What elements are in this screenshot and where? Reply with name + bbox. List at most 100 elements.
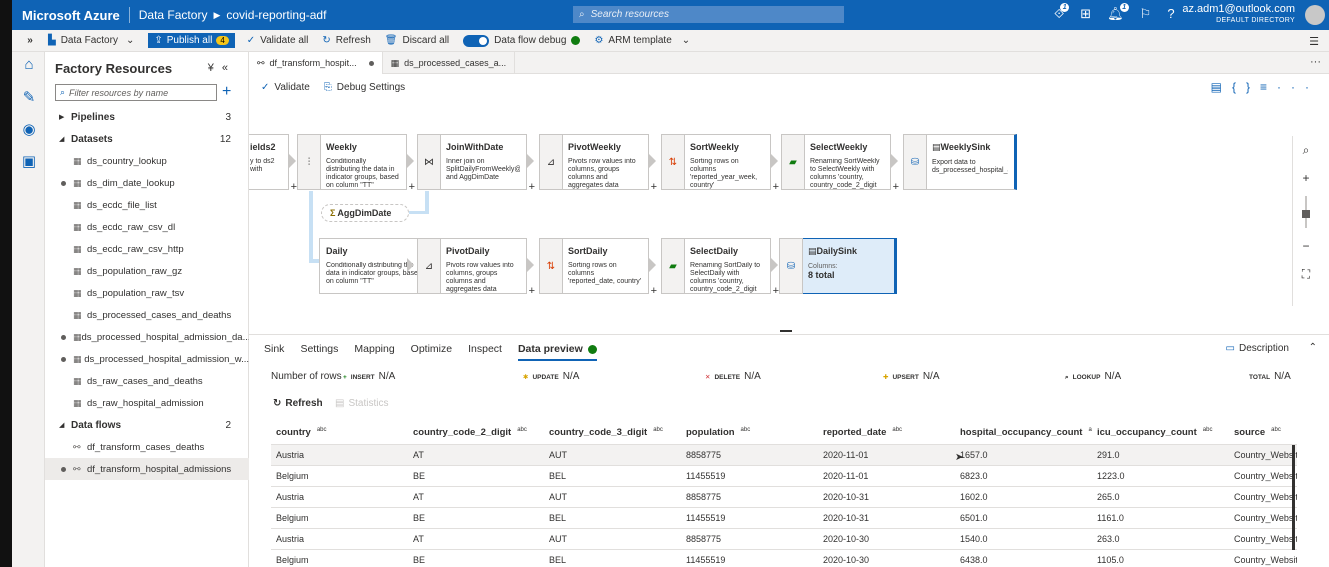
description-button[interactable]: ▭ Description (1226, 343, 1289, 354)
scrollbar[interactable] (1292, 445, 1295, 550)
column-header[interactable]: country_code_2_digit abc (408, 421, 544, 445)
tab-sink[interactable]: Sink (264, 343, 284, 361)
tab-dataflow[interactable]: ⚯ df_transform_hospit... (249, 52, 383, 74)
node-daily-sink[interactable]: ⛁ ▤DailySink Columns: 8 total (779, 238, 897, 294)
more-icon[interactable]: ··· (1277, 80, 1319, 94)
tree-item[interactable]: ⚯ df_transform_hospital_admissions (45, 458, 249, 480)
home-icon[interactable]: ⌂ (20, 56, 38, 74)
filter-resources-input[interactable]: ⌕ Filter resources by name (55, 84, 217, 101)
zoom-slider[interactable] (1293, 192, 1319, 232)
tree-section-datasets[interactable]: ◢ Datasets 12 (45, 128, 249, 150)
add-transform-icon[interactable]: + (773, 181, 779, 193)
search-input[interactable]: ⌕ Search resources (573, 6, 844, 23)
directory-icon[interactable]: ⊞ (1080, 6, 1091, 22)
data-flow-debug-toggle[interactable]: Data flow debug (463, 34, 581, 47)
script-icon[interactable]: ▤ (1211, 80, 1232, 94)
parameters-icon[interactable]: ≡ (1260, 80, 1277, 94)
breadcrumb-factory[interactable]: covid-reporting-adf (226, 8, 326, 22)
discard-all-button[interactable]: 🗑︎ Discard all (385, 35, 449, 46)
add-transform-icon[interactable]: + (893, 181, 899, 193)
tree-item[interactable]: ▦ ds_population_raw_tsv (45, 282, 249, 304)
node-join-with-date[interactable]: ⋈ JoinWithDate Inner join on SplitDailyFr… (417, 134, 535, 193)
account-info[interactable]: az.adm1@outlook.com DEFAULT DIRECTORY (1182, 4, 1295, 26)
fit-to-screen-icon[interactable]: ⛶ (1293, 260, 1319, 288)
node-select-weekly[interactable]: ▰ SelectWeekly Renaming SortWeekly to Sel… (781, 134, 899, 193)
node-sort-daily[interactable]: ⇅ SortDaily Sorting rows on columns 'repo… (539, 238, 657, 297)
table-row[interactable]: Belgium BE BEL 11455519 2020-10-31 6501.0 1161… (271, 507, 1297, 529)
tree-item[interactable]: ▦ ds_processed_cases_and_deaths (45, 304, 249, 326)
statistics-button[interactable]: ▤ Statistics (335, 398, 388, 409)
publish-all-button[interactable]: ⇪ Publish all 4 (148, 33, 235, 48)
add-transform-icon[interactable]: + (529, 181, 535, 193)
panel-splitter[interactable] (780, 330, 792, 332)
debug-settings-button[interactable]: ⎘ Debug Settings (324, 82, 405, 93)
tree-item[interactable]: ▦ ds_dim_date_lookup (45, 172, 249, 194)
breadcrumb-service[interactable]: Data Factory (139, 8, 208, 22)
author-pencil-icon[interactable]: ✎ (20, 88, 38, 106)
tree-item[interactable]: ▦ ds_raw_hospital_admission (45, 392, 249, 414)
tab-mapping[interactable]: Mapping (354, 343, 394, 361)
tree-item[interactable]: ▦ ds_ecdc_raw_csv_http (45, 238, 249, 260)
bell-icon[interactable]: 🔔︎ 1 (1107, 3, 1129, 22)
tree-item[interactable]: ▦ ds_ecdc_file_list (45, 194, 249, 216)
tab-data-preview[interactable]: Data preview (517, 343, 597, 361)
help-icon[interactable]: ? (1167, 6, 1174, 22)
column-header[interactable]: country abc (271, 421, 408, 445)
more-icon[interactable]: ··· (1310, 56, 1321, 68)
tree-section-dataflows[interactable]: ◢ Data flows 2 (45, 414, 249, 436)
tab-dataset[interactable]: ▦ ds_processed_cases_a... (383, 52, 516, 74)
zoom-out-icon[interactable]: − (1293, 232, 1319, 260)
avatar[interactable] (1305, 5, 1325, 25)
collapse-panel-icon[interactable]: ⌃ (1309, 342, 1317, 353)
node-select-daily[interactable]: ▰ SelectDaily Renaming SortDaily to Selec… (661, 238, 779, 297)
data-factory-menu[interactable]: ▙ Data Factory ⌄ (48, 35, 134, 46)
add-transform-icon[interactable]: + (651, 181, 657, 193)
tree-item[interactable]: ▦ ds_processed_hospital_admission_w... (45, 348, 249, 370)
column-header[interactable]: population abc (681, 421, 818, 445)
tab-settings[interactable]: Settings (300, 343, 338, 361)
manage-toolbox-icon[interactable]: ▣ (20, 152, 38, 170)
tab-inspect[interactable]: Inspect (468, 343, 502, 361)
properties-icon[interactable]: ☰ (1309, 35, 1319, 48)
table-row[interactable]: Austria AT AUT 8858775 2020-11-01 1657.0 291.0… (271, 444, 1297, 466)
tab-optimize[interactable]: Optimize (411, 343, 452, 361)
validate-all-button[interactable]: ✓ Validate all (247, 35, 309, 46)
table-row[interactable]: Belgium BE BEL 11455519 2020-11-01 6823.0 1223… (271, 465, 1297, 487)
column-header[interactable]: reported_date abc (818, 421, 955, 445)
node-weekly[interactable]: ⫶ Weekly Conditionally distributing the d… (297, 134, 415, 193)
cloud-shell-icon[interactable]: ⟐ 1 (1054, 3, 1070, 22)
dataflow-canvas[interactable]: ields2 y to ds2 with + ⫶ Weekly Conditiona… (249, 100, 1319, 330)
node-weekly-sink[interactable]: ⛁ ▤WeeklySink Export data to ds_processed… (903, 134, 1017, 190)
column-header[interactable]: country_code_3_digit abc (544, 421, 681, 445)
feedback-icon[interactable]: ⚐ (1140, 6, 1152, 22)
node-pivot-daily[interactable]: ⊿ PivotDaily Pivots row values into colum… (417, 238, 535, 297)
add-transform-icon[interactable]: + (651, 285, 657, 297)
column-header[interactable]: icu_occupancy_count abc (1092, 421, 1229, 445)
column-header[interactable]: hospital_occupancy_count abc (955, 421, 1092, 445)
validate-button[interactable]: ✓ Validate (261, 82, 310, 93)
zoom-in-icon[interactable]: + (1293, 164, 1319, 192)
refresh-button[interactable]: ↻ Refresh (322, 35, 370, 46)
node-agg-dim-date[interactable]: Σ AggDimDate (321, 204, 409, 222)
tree-item[interactable]: ▦ ds_ecdc_raw_csv_dl (45, 216, 249, 238)
tree-item[interactable]: ▦ ds_raw_cases_and_deaths (45, 370, 249, 392)
arm-template-menu[interactable]: ⚙ ARM template ⌄ (594, 35, 690, 46)
table-row[interactable]: Belgium BE BEL 11455519 2020-10-30 6438.0 1105… (271, 549, 1297, 567)
tree-section-pipelines[interactable]: ▶ Pipelines 3 (45, 106, 249, 128)
add-transform-icon[interactable]: + (409, 181, 415, 193)
table-row[interactable]: Austria AT AUT 8858775 2020-10-30 1540.0 263.0… (271, 528, 1297, 550)
table-row[interactable]: Austria AT AUT 8858775 2020-10-31 1602.0 265.0… (271, 486, 1297, 508)
collapse-panel-icon[interactable]: « (222, 62, 236, 74)
node-sort-weekly[interactable]: ⇅ SortWeekly Sorting rows on columns 'rep… (661, 134, 779, 193)
collapse-all-icon[interactable]: ¥ (208, 62, 222, 74)
expand-nav-icon[interactable]: » (12, 35, 48, 46)
debug-toggle-switch[interactable] (463, 34, 490, 47)
column-header[interactable]: source abc (1229, 421, 1297, 445)
preview-refresh-button[interactable]: ↻ Refresh (273, 398, 323, 409)
add-resource-icon[interactable]: + (222, 83, 231, 101)
node-pivot-weekly[interactable]: ⊿ PivotWeekly Pivots row values into colu… (539, 134, 657, 193)
monitor-icon[interactable]: ◉ (20, 120, 38, 138)
azure-brand[interactable]: Microsoft Azure (12, 8, 120, 23)
tree-item[interactable]: ▦ ds_population_raw_gz (45, 260, 249, 282)
tree-item[interactable]: ▦ ds_processed_hospital_admission_da... (45, 326, 249, 348)
